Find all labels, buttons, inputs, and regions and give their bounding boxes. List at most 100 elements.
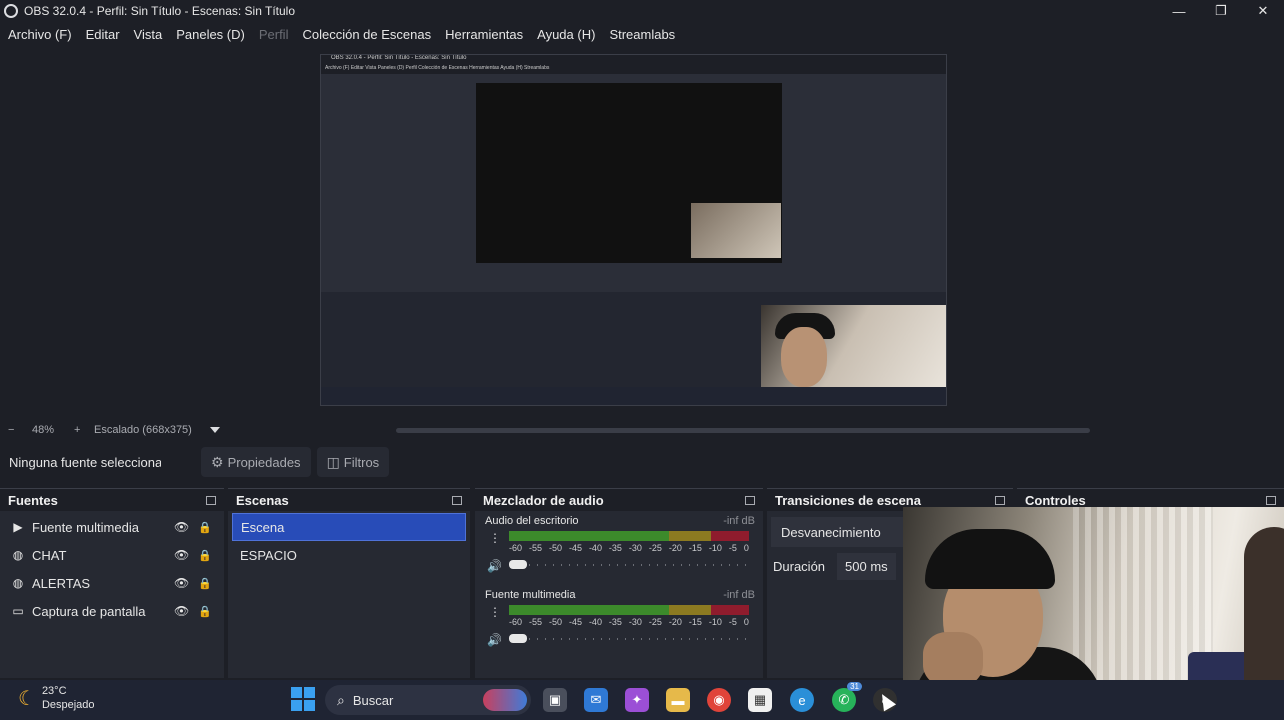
- chrome-icon[interactable]: ◉: [707, 688, 731, 712]
- meter-ticks: -60 -55 -50 -45 -40 -35 -30 -25 -20 -15 -10 -5 0: [509, 617, 749, 627]
- meter-tick-label: -35: [608, 543, 622, 553]
- meter-tick-label: -45: [568, 543, 582, 553]
- whatsapp-icon[interactable]: ✆ 31: [832, 682, 862, 712]
- close-button[interactable]: ✕: [1242, 0, 1284, 22]
- scale-dropdown-caret-icon[interactable]: [210, 427, 220, 433]
- volume-slider[interactable]: [509, 634, 749, 643]
- menu-ayuda[interactable]: Ayuda (H): [537, 27, 595, 42]
- sources-dock: Fuentes ▶ Fuente multimedia 👁 🔒 ◍ CHAT 👁…: [0, 488, 224, 678]
- lock-icon[interactable]: 🔒: [198, 577, 212, 590]
- copilot-icon[interactable]: ✦: [625, 688, 649, 712]
- meter-tick-label: -30: [628, 543, 642, 553]
- whatsapp-badge: 31: [847, 682, 862, 691]
- gear-icon: ⚙: [211, 453, 224, 470]
- source-toolbar: Ninguna fuente seleccionada ⚙ Propiedade…: [0, 442, 1284, 482]
- minimize-button[interactable]: —: [1158, 0, 1200, 22]
- meter-tick-label: -10: [708, 617, 722, 627]
- sources-dock-header: Fuentes: [0, 489, 224, 511]
- filters-button[interactable]: ◫ Filtros: [316, 447, 390, 477]
- source-label: Fuente multimedia: [32, 519, 139, 535]
- scene-item-escena[interactable]: Escena: [232, 513, 466, 541]
- preview-area[interactable]: OBS 32.0.4 - Perfil: Sin Título - Escena…: [0, 46, 1284, 420]
- source-item[interactable]: ▭ Captura de pantalla 👁 🔒: [0, 597, 224, 625]
- menu-paneles[interactable]: Paneles (D): [176, 27, 245, 42]
- menu-streamlabs[interactable]: Streamlabs: [609, 27, 675, 42]
- properties-label: Propiedades: [227, 454, 301, 470]
- obs-logo-icon: [4, 4, 18, 18]
- undock-icon[interactable]: [452, 495, 462, 505]
- channel-db: -inf dB: [723, 589, 755, 601]
- volume-meter: [509, 605, 749, 615]
- cap-shape: [925, 529, 1055, 589]
- meter-tick-label: -60: [509, 543, 523, 553]
- search-icon: ⌕: [337, 691, 345, 708]
- menu-editar[interactable]: Editar: [86, 27, 120, 42]
- taskbar-search[interactable]: ⌕ Buscar: [325, 685, 531, 715]
- visibility-eye-icon[interactable]: 👁: [174, 548, 189, 562]
- file-explorer-icon[interactable]: ▬: [666, 688, 690, 712]
- speaker-icon[interactable]: 🔊: [487, 633, 502, 647]
- undock-icon[interactable]: [745, 495, 755, 505]
- lock-icon[interactable]: 🔒: [198, 605, 212, 618]
- nested-face-shape: [781, 327, 827, 387]
- speaker-icon[interactable]: 🔊: [487, 559, 502, 573]
- audio-mixer-dock: Mezclador de audio Audio del escritorio …: [475, 488, 763, 678]
- source-item[interactable]: ◍ CHAT 👁 🔒: [0, 541, 224, 569]
- meter-tick-label: -15: [688, 617, 702, 627]
- lock-icon[interactable]: 🔒: [198, 549, 212, 562]
- duration-input[interactable]: 500 ms: [837, 553, 896, 580]
- visibility-eye-icon[interactable]: 👁: [174, 520, 189, 534]
- filters-label: Filtros: [343, 454, 380, 470]
- globe-icon: ◍: [12, 548, 24, 562]
- nested-preview: [476, 83, 782, 263]
- scene-item-espacio[interactable]: ESPACIO: [232, 541, 466, 569]
- nested-window-title: OBS 32.0.4 - Perfil: Sin Título - Escena…: [321, 55, 946, 65]
- menu-archivo[interactable]: Archivo (F): [8, 27, 72, 42]
- edge-icon[interactable]: e: [790, 688, 814, 712]
- source-label: ALERTAS: [32, 575, 91, 591]
- zoom-out-button[interactable]: −: [8, 424, 28, 436]
- menu-perfil: Perfil: [258, 26, 289, 42]
- meter-ticks: -60 -55 -50 -45 -40 -35 -30 -25 -20 -15 -10 -5 0: [509, 543, 749, 553]
- channel-menu-icon[interactable]: ⋮: [489, 605, 501, 619]
- meter-tick-label: -5: [728, 617, 737, 627]
- meter-tick-label: -20: [668, 543, 682, 553]
- title-bar: OBS 32.0.4 - Perfil: Sin Título - Escena…: [0, 0, 1284, 22]
- undock-icon[interactable]: [995, 495, 1005, 505]
- zoom-in-button[interactable]: +: [74, 424, 92, 436]
- visibility-eye-icon[interactable]: 👁: [174, 604, 189, 618]
- globe-icon: ◍: [12, 576, 24, 590]
- search-highlight-icon: [483, 689, 527, 711]
- channel-db: -inf dB: [723, 515, 755, 527]
- store-icon[interactable]: ▦: [748, 688, 772, 712]
- window-controls: — ❐ ✕: [1158, 0, 1284, 22]
- weather-widget[interactable]: ☾ 23°C Despejado: [18, 684, 95, 712]
- meter-tick-label: 0: [743, 617, 749, 627]
- undock-icon[interactable]: [1266, 495, 1276, 505]
- meter-tick-label: -10: [708, 543, 722, 553]
- sources-dock-title: Fuentes: [8, 492, 58, 508]
- undock-icon[interactable]: [206, 495, 216, 505]
- outlook-icon[interactable]: ✉: [584, 688, 608, 712]
- menu-vista[interactable]: Vista: [134, 27, 163, 42]
- source-label: CHAT: [32, 547, 67, 563]
- properties-button[interactable]: ⚙ Propiedades: [201, 447, 311, 477]
- source-item[interactable]: ◍ ALERTAS 👁 🔒: [0, 569, 224, 597]
- mixer-dock-header: Mezclador de audio: [475, 489, 763, 511]
- menu-bar: Archivo (F) Editar Vista Paneles (D) Per…: [0, 22, 1284, 46]
- lock-icon[interactable]: 🔒: [198, 521, 212, 534]
- menu-herramientas[interactable]: Herramientas: [445, 27, 523, 42]
- preview-horizontal-scrollbar[interactable]: [396, 428, 1090, 433]
- source-item[interactable]: ▶ Fuente multimedia 👁 🔒: [0, 513, 224, 541]
- maximize-button[interactable]: ❐: [1200, 0, 1242, 22]
- meter-tick-label: -25: [648, 543, 662, 553]
- task-view-icon[interactable]: ▣: [543, 688, 567, 712]
- meter-tick-label: -15: [688, 543, 702, 553]
- windows-start-icon[interactable]: [291, 687, 315, 711]
- filter-icon: ◫: [326, 453, 340, 470]
- channel-menu-icon[interactable]: ⋮: [489, 531, 501, 545]
- menu-coleccion-escenas[interactable]: Colección de Escenas: [302, 27, 431, 42]
- visibility-eye-icon[interactable]: 👁: [174, 576, 189, 590]
- preview-canvas[interactable]: OBS 32.0.4 - Perfil: Sin Título - Escena…: [320, 54, 947, 406]
- volume-slider[interactable]: [509, 560, 749, 569]
